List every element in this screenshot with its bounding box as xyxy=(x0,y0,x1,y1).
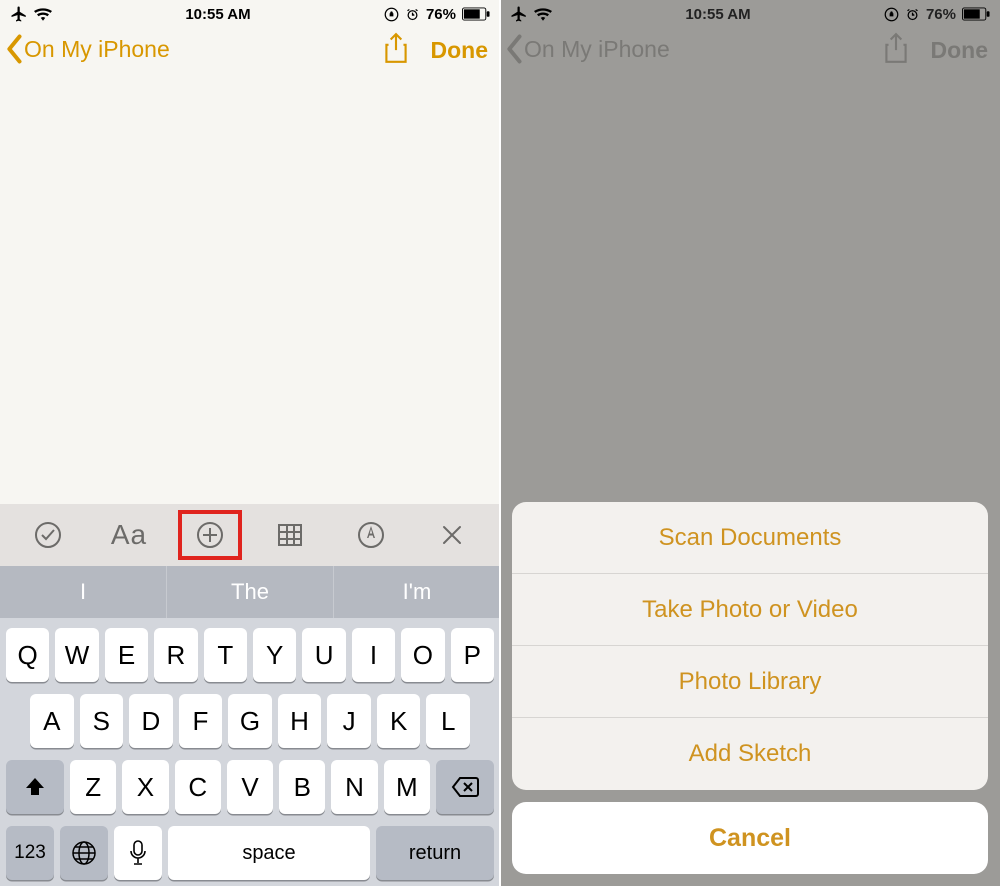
return-key[interactable]: return xyxy=(376,826,494,880)
phone-left: 10:55 AM 76% On My iPhone Done xyxy=(0,0,500,886)
space-key[interactable]: space xyxy=(168,826,370,880)
action-sheet: Scan Documents Take Photo or Video Photo… xyxy=(512,502,988,874)
key-v[interactable]: V xyxy=(227,760,273,814)
key-c[interactable]: C xyxy=(175,760,221,814)
back-button[interactable]: On My iPhone xyxy=(4,32,170,66)
key-x[interactable]: X xyxy=(122,760,168,814)
shift-key[interactable] xyxy=(6,760,64,814)
action-scan-documents[interactable]: Scan Documents xyxy=(512,502,988,574)
key-z[interactable]: Z xyxy=(70,760,116,814)
checklist-icon[interactable] xyxy=(18,512,78,558)
key-i[interactable]: I xyxy=(352,628,395,682)
airplane-mode-icon xyxy=(510,5,528,23)
close-keyboard-icon[interactable] xyxy=(422,512,482,558)
key-q[interactable]: Q xyxy=(6,628,49,682)
key-l[interactable]: L xyxy=(426,694,470,748)
key-a[interactable]: A xyxy=(30,694,74,748)
add-attachment-button[interactable] xyxy=(180,512,240,558)
action-take-photo-or-video[interactable]: Take Photo or Video xyxy=(512,574,988,646)
wifi-icon xyxy=(534,7,552,21)
status-bar: 10:55 AM 76% xyxy=(0,0,500,28)
done-button[interactable]: Done xyxy=(431,37,489,64)
status-bar: 10:55 AM 76% xyxy=(500,0,1000,28)
key-y[interactable]: Y xyxy=(253,628,296,682)
nav-bar: On My iPhone Done xyxy=(0,28,500,88)
action-sheet-options: Scan Documents Take Photo or Video Photo… xyxy=(512,502,988,790)
status-time: 10:55 AM xyxy=(685,6,750,23)
battery-icon xyxy=(962,7,990,21)
battery-icon xyxy=(462,7,490,21)
globe-key[interactable] xyxy=(60,826,108,880)
key-r[interactable]: R xyxy=(154,628,197,682)
keyboard: Q W E R T Y U I O P A S D F G H J K L Z xyxy=(0,618,500,886)
key-e[interactable]: E xyxy=(105,628,148,682)
airplane-mode-icon xyxy=(10,5,28,23)
key-p[interactable]: P xyxy=(451,628,494,682)
delete-key[interactable] xyxy=(436,760,494,814)
done-button: Done xyxy=(931,37,989,64)
alarm-icon xyxy=(405,7,420,22)
table-icon[interactable] xyxy=(260,512,320,558)
status-time: 10:55 AM xyxy=(185,6,250,23)
battery-text: 76% xyxy=(426,6,456,23)
key-o[interactable]: O xyxy=(401,628,444,682)
key-n[interactable]: N xyxy=(331,760,377,814)
predictive-bar: I The I'm xyxy=(0,566,500,618)
orientation-lock-icon xyxy=(384,7,399,22)
wifi-icon xyxy=(34,7,52,21)
back-button: On My iPhone xyxy=(504,32,670,66)
numbers-key[interactable]: 123 xyxy=(6,826,54,880)
battery-text: 76% xyxy=(926,6,956,23)
key-h[interactable]: H xyxy=(278,694,322,748)
alarm-icon xyxy=(905,7,920,22)
phone-right: 10:55 AM 76% On My iPhone Done xyxy=(500,0,1000,886)
markup-icon[interactable] xyxy=(341,512,401,558)
action-cancel[interactable]: Cancel xyxy=(512,802,988,874)
key-f[interactable]: F xyxy=(179,694,223,748)
key-u[interactable]: U xyxy=(302,628,345,682)
screenshot-divider xyxy=(499,0,501,886)
key-j[interactable]: J xyxy=(327,694,371,748)
key-t[interactable]: T xyxy=(204,628,247,682)
nav-bar: On My iPhone Done xyxy=(500,28,1000,88)
text-style-button[interactable]: Aa xyxy=(99,512,159,558)
key-g[interactable]: G xyxy=(228,694,272,748)
share-icon xyxy=(883,32,909,69)
notes-format-toolbar: Aa xyxy=(0,504,500,566)
back-label: On My iPhone xyxy=(24,36,170,63)
key-m[interactable]: M xyxy=(384,760,430,814)
key-s[interactable]: S xyxy=(80,694,124,748)
key-k[interactable]: K xyxy=(377,694,421,748)
action-add-sketch[interactable]: Add Sketch xyxy=(512,718,988,790)
key-b[interactable]: B xyxy=(279,760,325,814)
predictive-suggestion[interactable]: I xyxy=(0,566,167,618)
predictive-suggestion[interactable]: I'm xyxy=(334,566,500,618)
predictive-suggestion[interactable]: The xyxy=(167,566,334,618)
note-editor[interactable] xyxy=(0,88,500,504)
back-label: On My iPhone xyxy=(524,36,670,63)
orientation-lock-icon xyxy=(884,7,899,22)
key-w[interactable]: W xyxy=(55,628,98,682)
dictation-key[interactable] xyxy=(114,826,162,880)
share-icon[interactable] xyxy=(383,32,409,69)
action-photo-library[interactable]: Photo Library xyxy=(512,646,988,718)
key-d[interactable]: D xyxy=(129,694,173,748)
